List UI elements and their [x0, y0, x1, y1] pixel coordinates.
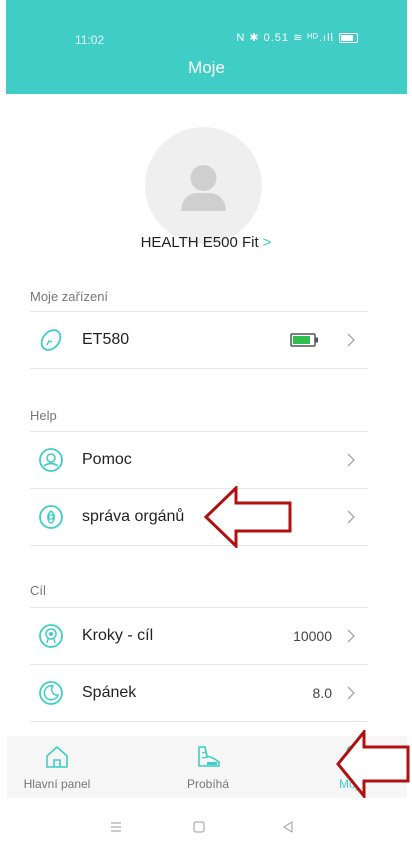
profile-name-link[interactable]: HEALTH E500 Fit > [0, 234, 412, 251]
help-row-pomoc[interactable]: Pomoc [30, 432, 368, 489]
menu-icon[interactable] [110, 821, 122, 833]
steps-goal-icon [39, 624, 63, 648]
home-square-icon[interactable] [193, 821, 205, 833]
status-time: 11:02 [75, 33, 105, 47]
goal-row-steps[interactable]: Kroky - cíl 10000 [30, 608, 368, 665]
page-title: Moje [188, 58, 225, 77]
tab-in-progress[interactable]: Probíhá [158, 744, 258, 793]
support-icon [39, 448, 63, 472]
annotation-arrow-moje-tab [336, 730, 410, 798]
app-header: 11:02 N ✱ 0.51 ≋ ᴴᴰ.ıll Moje [6, 0, 407, 94]
back-icon[interactable] [282, 821, 294, 833]
system-navigation-bar [0, 808, 412, 848]
tab-label: Hlavní panel [23, 777, 91, 791]
annotation-arrow-organ-management [204, 486, 292, 548]
sleep-icon [39, 681, 63, 705]
running-shoe-icon [198, 746, 220, 767]
status-battery-icon [339, 33, 358, 44]
steps-goal-label: Kroky - cíl [82, 627, 154, 644]
chevron-right-icon [347, 510, 355, 524]
status-indicators: N ✱ 0.51 ≋ ᴴᴰ.ıll [236, 32, 334, 44]
section-label-goal: Cíl [30, 583, 46, 598]
device-row-et580[interactable]: ET580 [30, 312, 368, 369]
profile-name: HEALTH E500 Fit [140, 234, 259, 251]
watch-icon [40, 329, 62, 351]
help-label: Pomoc [82, 451, 132, 468]
organ-management-icon [39, 505, 63, 529]
help-row-organ-management[interactable]: správa orgánů [30, 489, 368, 546]
section-label-help: Help [30, 408, 57, 423]
device-name: ET580 [82, 331, 130, 348]
section-label-devices: Moje zařízení [30, 289, 109, 304]
sleep-goal-value: 8.0 [312, 685, 332, 701]
battery-full-icon [290, 333, 318, 347]
tab-label: Probíhá [186, 777, 230, 791]
chevron-right-icon [347, 686, 355, 700]
steps-goal-value: 10000 [293, 628, 332, 644]
chevron-right-icon [347, 629, 355, 643]
avatar-person-icon [181, 165, 226, 211]
chevron-right-icon [347, 333, 355, 347]
home-icon [46, 746, 68, 768]
sleep-goal-label: Spánek [82, 684, 137, 701]
goal-row-sleep[interactable]: Spánek 8.0 [30, 665, 368, 722]
status-icons: N ✱ 0.51 ≋ ᴴᴰ.ıll [236, 31, 358, 44]
tab-dashboard[interactable]: Hlavní panel [7, 744, 107, 793]
chevron-right-icon [347, 453, 355, 467]
profile-chevron: > [262, 234, 272, 251]
avatar[interactable] [145, 127, 262, 244]
